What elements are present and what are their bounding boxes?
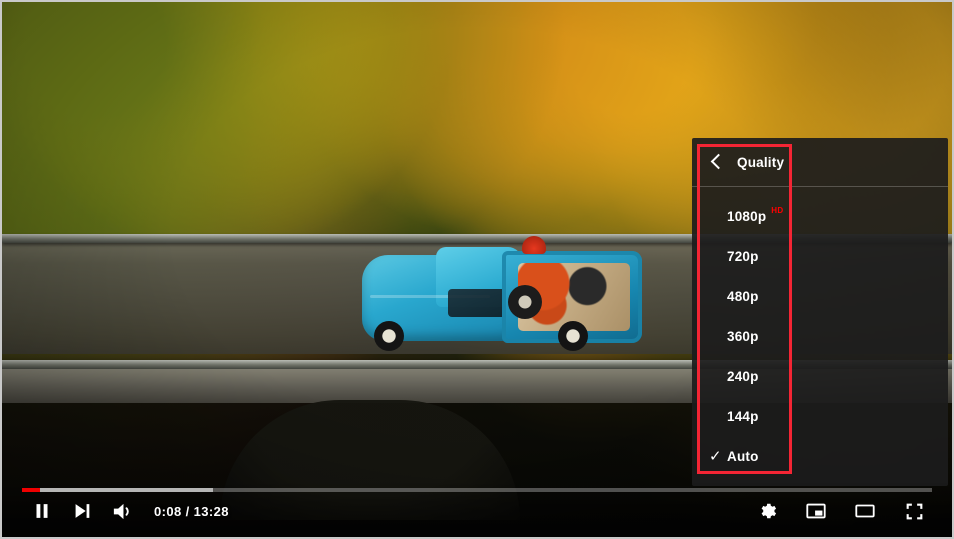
quality-option-240p[interactable]: ✓ 240p bbox=[692, 356, 948, 396]
video-player[interactable]: Quality ✓ 1080p HD ✓ 720p ✓ 480p ✓ 360p … bbox=[0, 0, 954, 539]
quality-option-label: 720p bbox=[727, 248, 759, 264]
time-display: 0:08 / 13:28 bbox=[154, 503, 229, 519]
quality-menu-title: Quality bbox=[737, 154, 785, 170]
quality-menu-header[interactable]: Quality bbox=[692, 138, 948, 187]
truck-windshield bbox=[448, 289, 510, 317]
quality-option-720p[interactable]: ✓ 720p bbox=[692, 236, 948, 276]
volume-button[interactable] bbox=[104, 493, 140, 529]
quality-option-144p[interactable]: ✓ 144p bbox=[692, 396, 948, 436]
miniplayer-button[interactable] bbox=[798, 493, 834, 529]
quality-option-label: 480p bbox=[727, 288, 759, 304]
quality-option-label: 1080p bbox=[727, 208, 767, 224]
chevron-left-icon[interactable] bbox=[709, 155, 723, 169]
next-video-button[interactable] bbox=[64, 493, 100, 529]
quality-option-auto[interactable]: ✓ Auto bbox=[692, 436, 948, 476]
quality-option-label: 360p bbox=[727, 328, 759, 344]
quality-option-1080p[interactable]: ✓ 1080p HD bbox=[692, 196, 948, 236]
fullscreen-button[interactable] bbox=[896, 493, 932, 529]
progress-played bbox=[22, 488, 41, 492]
progress-buffered bbox=[22, 488, 214, 492]
spare-tire bbox=[508, 285, 542, 319]
settings-button[interactable] bbox=[749, 493, 785, 529]
pause-button[interactable] bbox=[24, 493, 60, 529]
checkmark-icon: ✓ bbox=[709, 447, 722, 465]
progress-bar[interactable] bbox=[22, 488, 932, 492]
quality-option-480p[interactable]: ✓ 480p bbox=[692, 276, 948, 316]
player-control-bar[interactable]: 0:08 / 13:28 bbox=[2, 481, 952, 537]
quality-settings-menu[interactable]: Quality ✓ 1080p HD ✓ 720p ✓ 480p ✓ 360p … bbox=[692, 138, 948, 486]
truck-wheel-front bbox=[374, 321, 404, 351]
red-object bbox=[522, 236, 546, 254]
hd-badge: HD bbox=[771, 205, 784, 215]
blue-pickup-truck bbox=[362, 245, 642, 351]
right-controls bbox=[749, 493, 932, 529]
quality-options-list: ✓ 1080p HD ✓ 720p ✓ 480p ✓ 360p ✓ 240p bbox=[692, 187, 948, 476]
quality-option-label: 144p bbox=[727, 408, 759, 424]
theater-mode-button[interactable] bbox=[847, 493, 883, 529]
left-controls: 0:08 / 13:28 bbox=[24, 493, 229, 529]
truck-wheel-rear bbox=[558, 321, 588, 351]
quality-option-360p[interactable]: ✓ 360p bbox=[692, 316, 948, 356]
quality-option-label: 240p bbox=[727, 368, 759, 384]
quality-option-label: Auto bbox=[727, 448, 759, 464]
